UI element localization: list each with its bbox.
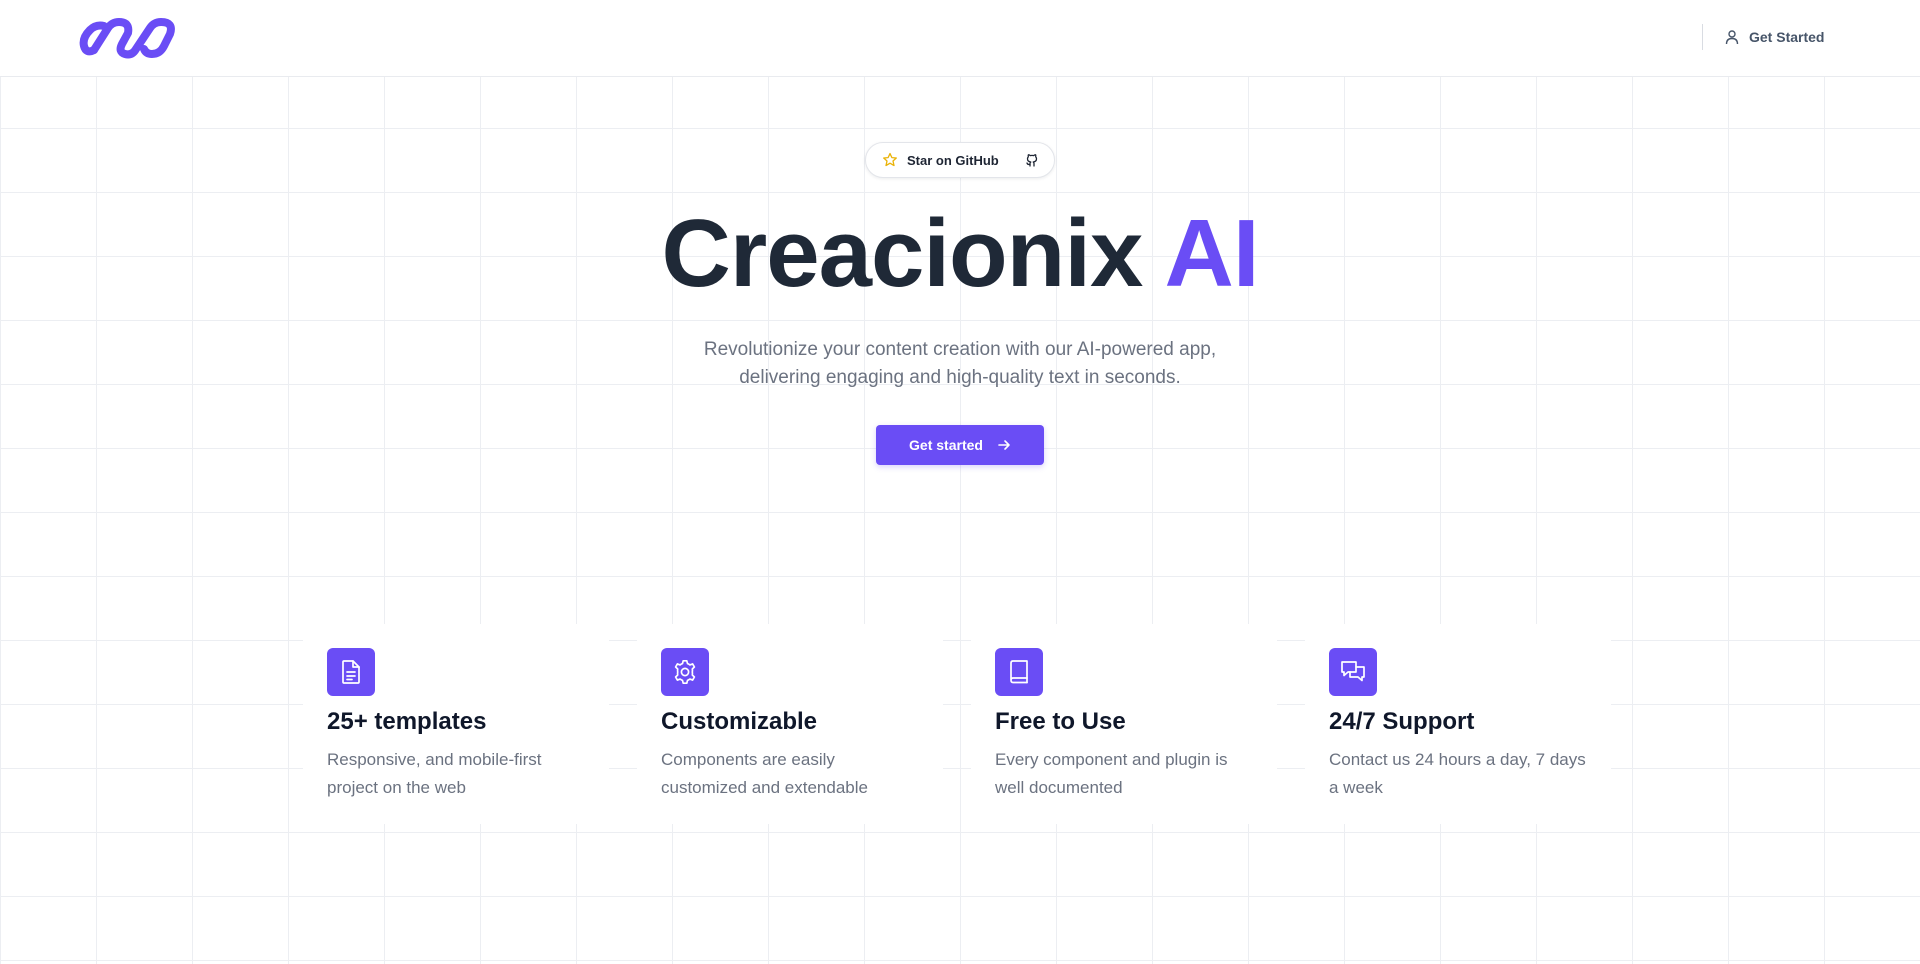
feature-icon-box (995, 648, 1043, 696)
feature-title: 24/7 Support (1329, 708, 1475, 735)
feature-description: Contact us 24 hours a day, 7 days a week (1329, 750, 1586, 797)
document-icon (342, 660, 360, 684)
gear-icon (674, 659, 696, 685)
star-on-github-label: Star on GitHub (907, 152, 999, 168)
hero-title: Creacionix AI (0, 199, 1920, 309)
feature-description: Components are easily customized and ext… (661, 750, 868, 797)
feature-card-templates: 25+ templates Responsive, and mobile-fir… (303, 624, 609, 824)
hero-subtitle: Revolutionize your content creation with… (660, 336, 1260, 392)
feature-description: Every component and plugin is well docum… (995, 750, 1228, 797)
feature-title: Free to Use (995, 708, 1126, 735)
github-icon (1026, 154, 1038, 167)
hero-subtitle-line1: Revolutionize your content creation with… (703, 339, 1217, 360)
hero-subtitle-line2: delivering engaging and high-quality tex… (739, 367, 1181, 388)
user-icon (1725, 30, 1739, 45)
feature-icon-box (327, 648, 375, 696)
book-icon (1010, 660, 1028, 684)
header-divider (1702, 24, 1703, 50)
hero-section: Star on GitHub Creacionix AI Revolutioni… (0, 77, 1920, 964)
feature-card-free-to-use: Free to Use Every component and plugin i… (971, 624, 1277, 824)
feature-description: Responsive, and mobile-first project on … (327, 750, 542, 797)
feature-title: Customizable (661, 708, 818, 735)
feature-icon-box (661, 648, 709, 696)
get-started-link-label: Get Started (1749, 29, 1825, 45)
hero-title-accent: AI (1164, 200, 1259, 307)
feature-title: 25+ templates (327, 708, 487, 735)
features-row: 25+ templates Responsive, and mobile-fir… (303, 624, 1617, 824)
infinity-chain-logo[interactable] (78, 16, 182, 60)
feature-card-customizable: Customizable Components are easily custo… (637, 624, 943, 824)
arrow-right-icon (998, 440, 1010, 450)
star-on-github-badge[interactable]: Star on GitHub (865, 142, 1055, 178)
feature-icon-box (1329, 648, 1377, 696)
site-header: Get Started (0, 0, 1920, 77)
get-started-button[interactable]: Get started (876, 425, 1044, 465)
feature-card-support: 24/7 Support Contact us 24 hours a day, … (1305, 624, 1611, 824)
star-icon (883, 152, 897, 167)
get-started-button-label: Get started (909, 437, 983, 453)
get-started-link[interactable]: Get Started (1724, 26, 1824, 48)
chat-icon (1341, 661, 1365, 682)
hero-title-main: Creacionix (661, 200, 1165, 307)
